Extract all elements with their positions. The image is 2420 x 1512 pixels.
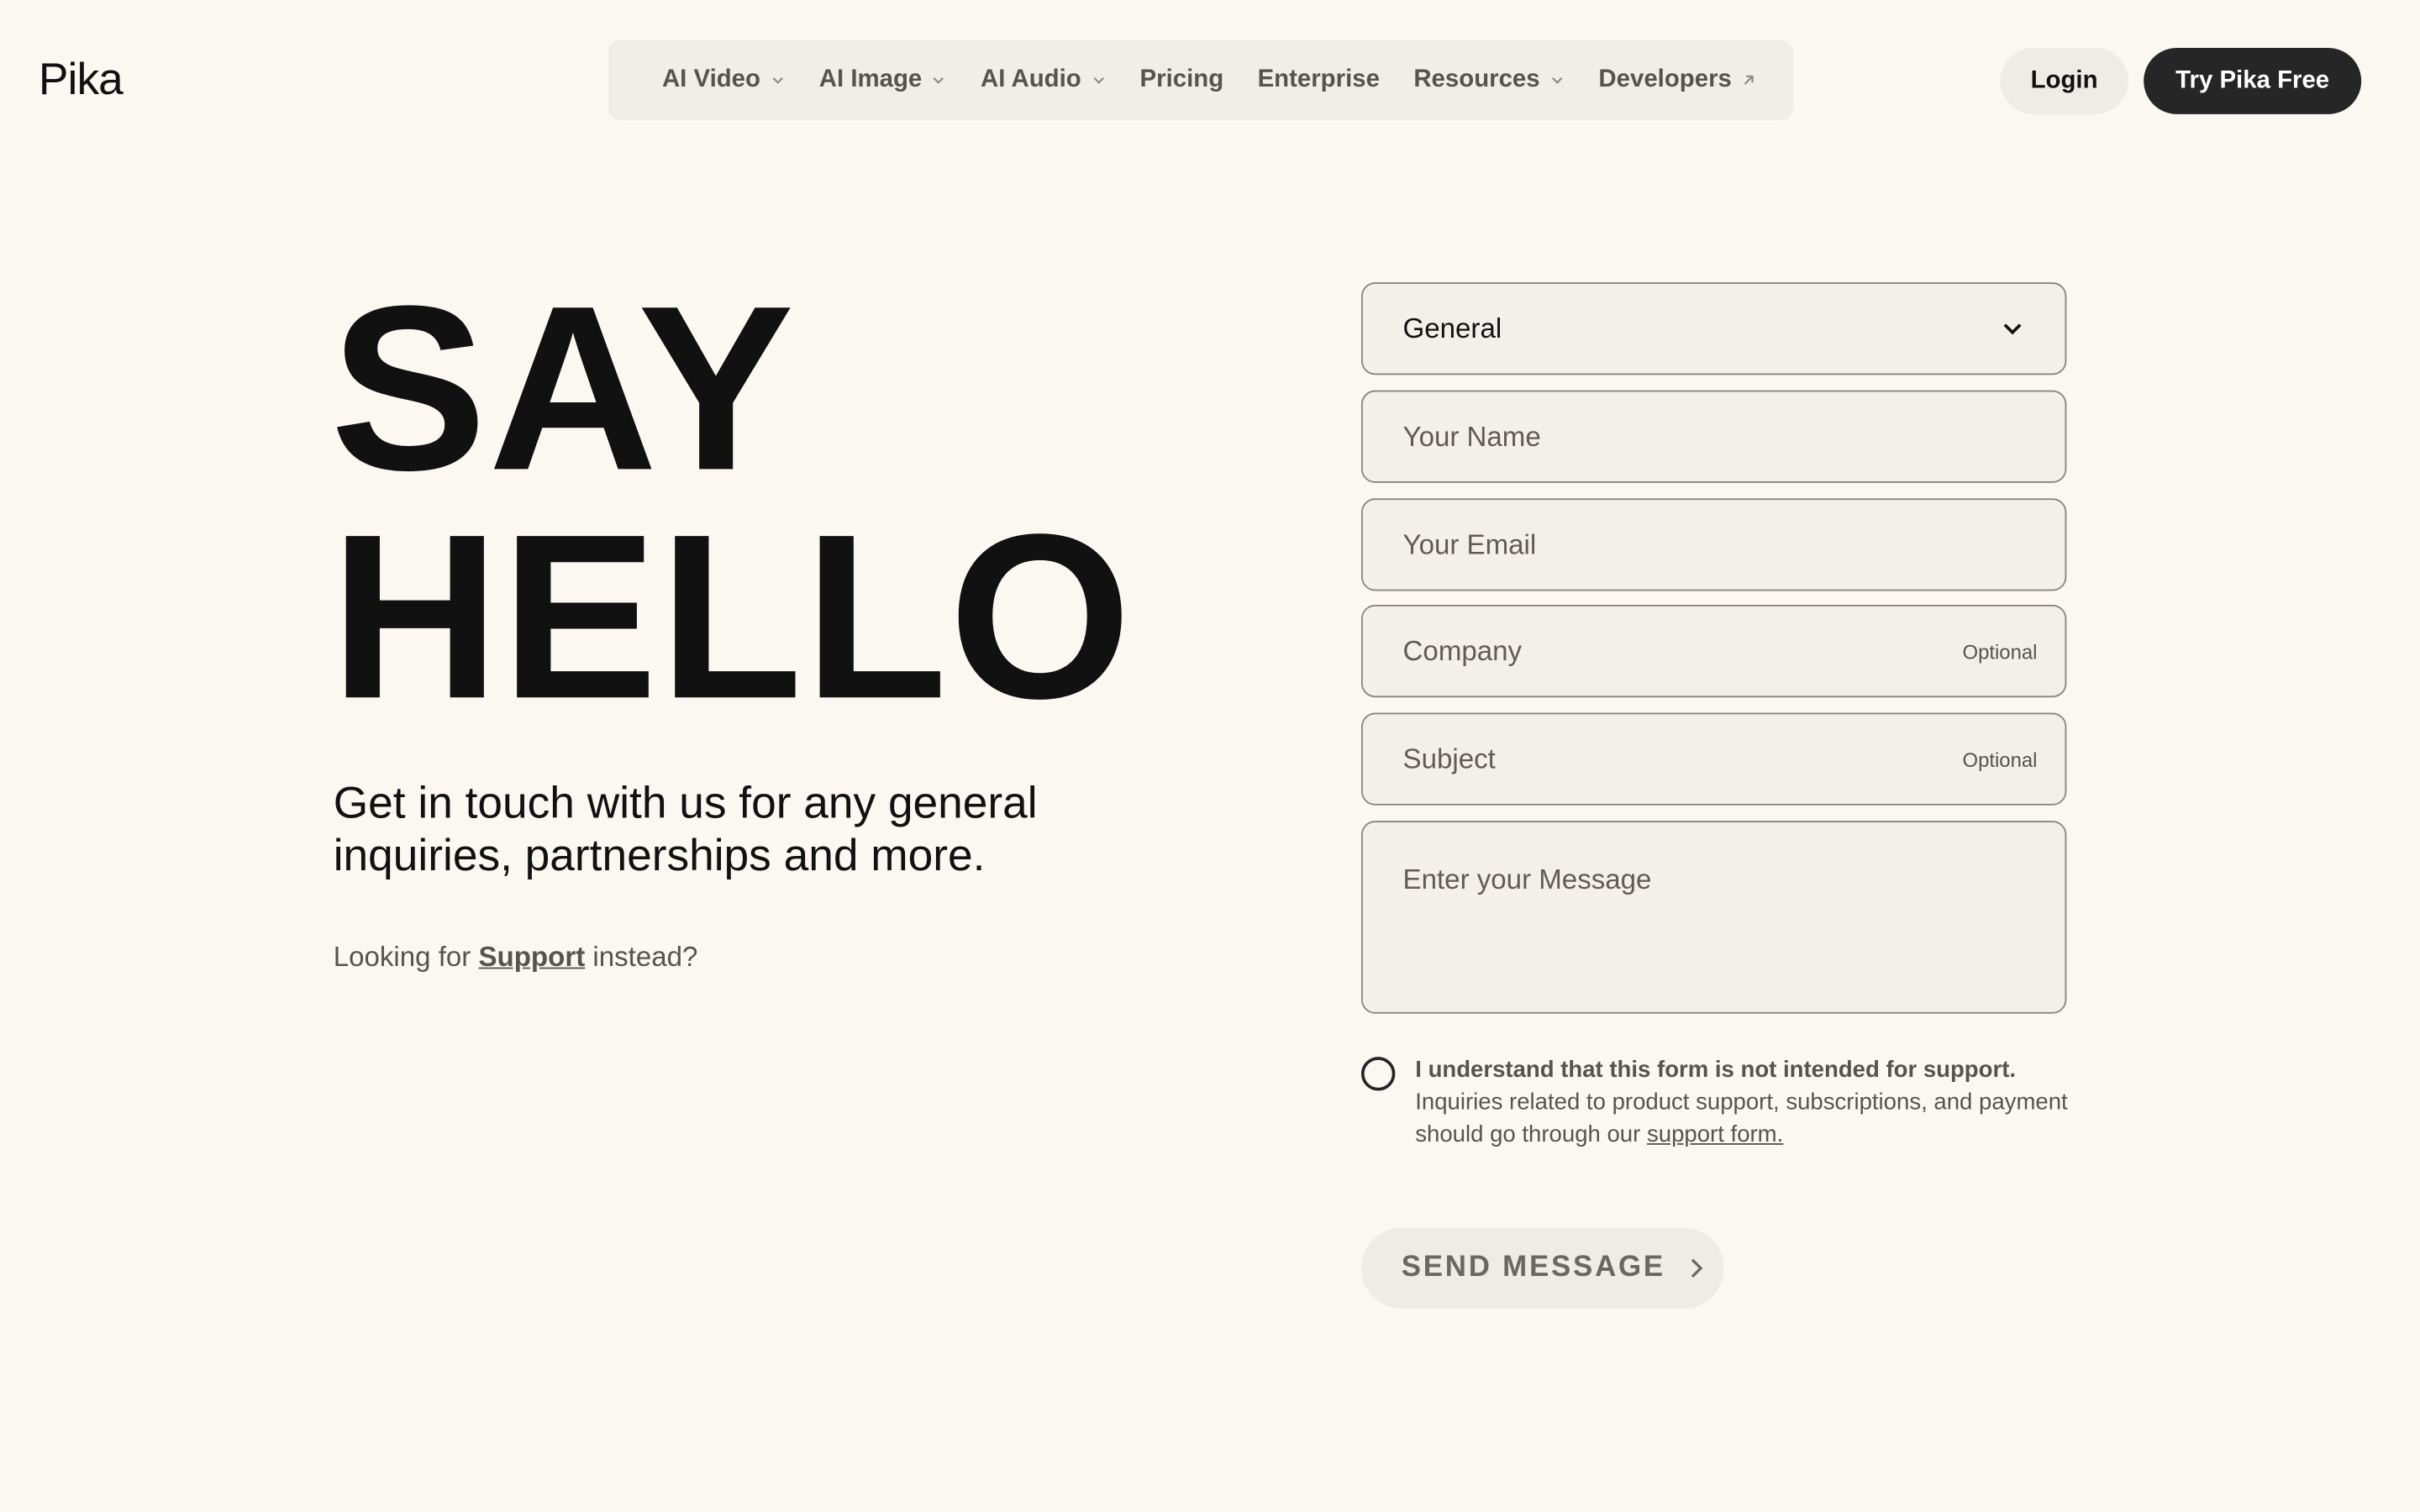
nav-item-label: Enterprise [1257, 66, 1380, 93]
topic-select[interactable]: General [1360, 282, 2067, 375]
message-textarea[interactable] [1362, 822, 2065, 1012]
chevron-right-icon [1691, 1258, 1703, 1278]
message-field [1360, 821, 2067, 1014]
support-suffix: instead? [585, 941, 698, 973]
nav-item-resources[interactable]: Resources [1413, 66, 1565, 94]
page: Pika AI Video AI Image AI Audio Pricing … [0, 0, 2420, 1512]
topic-selected-value: General [1402, 312, 1502, 344]
subject-field: Optional [1360, 712, 2067, 806]
subject-input[interactable] [1402, 743, 1963, 775]
name-input[interactable] [1402, 420, 2025, 454]
company-input[interactable] [1402, 634, 1963, 668]
chevron-down-icon [1092, 76, 1104, 84]
nav-item-label: Pricing [1139, 66, 1224, 93]
nav-item-label: AI Image [818, 66, 923, 93]
chevron-down-icon [1551, 76, 1563, 84]
title-line-1: SAY [330, 257, 796, 520]
external-link-icon [1744, 75, 1754, 85]
name-field [1360, 390, 2067, 483]
support-form-link[interactable]: support form. [1647, 1121, 1783, 1147]
chevron-down-icon [771, 76, 783, 84]
send-message-button[interactable]: SEND MESSAGE [1360, 1228, 1724, 1309]
nav-item-label: Developers [1598, 66, 1732, 93]
nav-item-ai-video[interactable]: AI Video [662, 66, 785, 94]
chevron-down-icon [2003, 323, 2022, 335]
nav-item-label: Resources [1413, 66, 1540, 93]
subject-optional-label: Optional [1962, 747, 2038, 771]
chevron-down-icon [934, 76, 944, 84]
email-input[interactable] [1402, 528, 2025, 561]
send-message-label: SEND MESSAGE [1401, 1251, 1665, 1284]
company-optional-label: Optional [1962, 639, 2038, 663]
consent-text: I understand that this form is not inten… [1415, 1053, 2071, 1151]
support-prefix: Looking for [333, 941, 479, 973]
page-title: SAY HELLO [330, 257, 1134, 748]
support-link[interactable]: Support [478, 941, 585, 972]
company-field: Optional [1360, 604, 2067, 698]
title-line-2: HELLO [330, 486, 1134, 748]
support-prompt: Looking for Support instead? [334, 938, 698, 975]
try-pika-free-button[interactable]: Try Pika Free [2144, 47, 2362, 114]
nav-item-pricing[interactable]: Pricing [1140, 66, 1224, 94]
email-field [1360, 498, 2067, 591]
nav-item-enterprise[interactable]: Enterprise [1258, 66, 1380, 94]
nav-item-ai-audio[interactable]: AI Audio [981, 66, 1106, 94]
nav-item-ai-image[interactable]: AI Image [819, 66, 947, 94]
pika-logo[interactable]: Pika [39, 55, 124, 105]
nav-item-developers[interactable]: Developers [1598, 66, 1756, 94]
login-button[interactable]: Login [2000, 47, 2128, 114]
consent-radio[interactable] [1360, 1057, 1396, 1091]
nav-item-label: AI Video [661, 66, 760, 93]
nav-item-label: AI Audio [981, 66, 1081, 93]
main-nav: AI Video AI Image AI Audio Pricing Enter… [608, 39, 1794, 121]
consent-title: I understand that this form is not inten… [1415, 1057, 2017, 1084]
hero-subtitle: Get in touch with us for any general inq… [333, 779, 1038, 881]
